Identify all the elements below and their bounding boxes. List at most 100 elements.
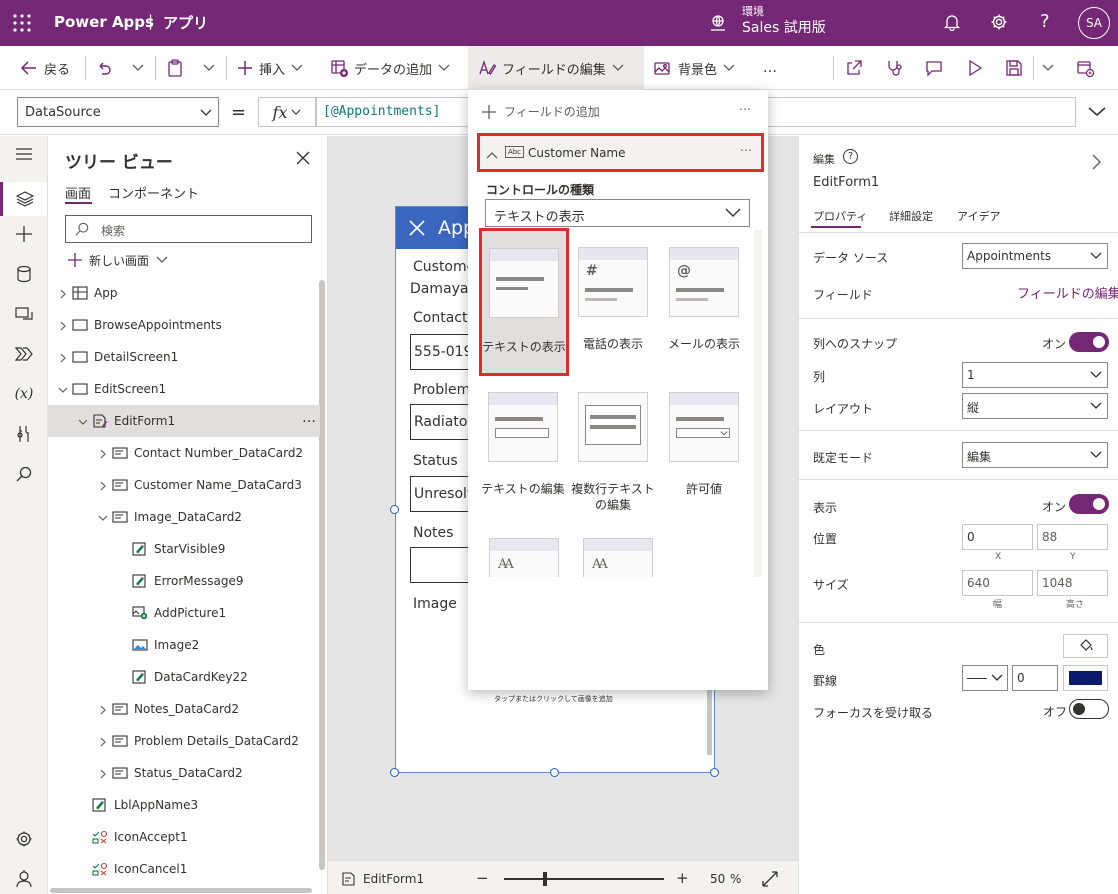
new-screen-button[interactable]: 新しい画面 [68,250,168,270]
default-mode-dropdown[interactable]: 編集 [962,442,1108,468]
control-option-email-display[interactable]: @ [669,247,739,317]
settings-gear-icon[interactable] [12,827,36,851]
notification-bell-icon[interactable] [943,13,961,34]
comments-button[interactable] [925,46,943,90]
control-option-phone-display[interactable]: # [578,247,648,317]
fx-button[interactable]: fx [258,97,316,127]
resize-handle[interactable] [390,505,399,514]
tab-properties[interactable]: プロパティ [813,208,867,224]
tree-item[interactable]: Notes_DataCard2 [48,693,320,725]
settings-gear-icon[interactable] [990,13,1008,34]
hamburger-menu-icon[interactable] [12,142,36,166]
insert-plus-icon[interactable] [12,222,36,246]
variables-x-icon[interactable]: (x) [12,382,36,406]
tab-ideas[interactable]: アイデア [957,208,1000,224]
chevron-down-icon[interactable] [98,512,108,522]
more-commands-button[interactable]: … [763,46,777,90]
save-button[interactable] [1005,46,1023,90]
tree-item[interactable]: EditForm1… [48,405,320,437]
media-icon[interactable] [12,302,36,326]
property-dropdown[interactable]: DataSource [17,97,219,127]
tree-item[interactable]: Image2 [48,629,320,661]
avatar[interactable]: SA [1078,7,1110,39]
chevron-right-icon[interactable] [58,352,68,363]
tab-screens[interactable]: 画面 [65,183,91,202]
publish-button[interactable] [1076,46,1094,90]
tree-item[interactable]: Problem Details_DataCard2 [48,725,320,757]
help-icon[interactable]: ? [843,149,858,164]
tree-item[interactable]: LblAppName3 [48,789,320,821]
resize-handle[interactable] [550,768,559,777]
height-input[interactable]: 1048 [1037,570,1108,596]
tree-item[interactable]: Customer Name_DataCard3 [48,469,320,501]
selected-control-name[interactable]: EditForm1 [363,872,424,886]
chevron-down-icon[interactable] [78,416,88,426]
background-color-button[interactable]: 背景色 [654,46,735,90]
layout-dropdown[interactable]: 縦 [962,393,1108,419]
more-options-icon[interactable]: … [302,410,316,426]
tree-item[interactable]: ErrorMessage9 [48,565,320,597]
chevron-right-icon[interactable] [58,288,68,299]
environment-name[interactable]: Sales 試用版 [742,17,826,37]
virtual-agent-icon[interactable] [12,867,36,891]
close-icon[interactable] [296,151,310,165]
help-icon[interactable]: ? [1040,11,1050,32]
tree-view-layers-icon[interactable] [0,182,47,216]
tree-item[interactable]: Contact Number_DataCard2 [48,437,320,469]
control-option-text-edit[interactable] [488,392,558,462]
tree-item[interactable]: StarVisible9 [48,533,320,565]
insert-button[interactable]: 挿入 [237,46,303,90]
border-color-button[interactable] [1063,665,1108,691]
visible-toggle[interactable] [1069,494,1109,514]
chevron-up-icon[interactable] [486,151,498,159]
zoom-out-button[interactable]: − [476,869,489,887]
x-input[interactable]: 0 [962,524,1033,550]
app-checker-button[interactable] [885,46,903,90]
tree-search-box[interactable]: 検索 [65,215,312,243]
tree-item[interactable]: App [48,277,320,309]
close-icon[interactable] [409,220,425,236]
paste-button[interactable] [167,46,183,90]
border-width-input[interactable]: 0 [1012,665,1058,691]
tree-item[interactable]: IconAccept1 [48,821,320,853]
paste-dropdown[interactable] [203,46,215,90]
tree-item[interactable]: Image_DataCard2 [48,501,320,533]
image-add-hint[interactable]: タップまたはクリックして画像を追加 [494,694,613,704]
undo-button[interactable] [96,46,112,90]
zoom-slider-thumb[interactable] [543,872,547,886]
control-option-aa[interactable]: AA [583,538,653,578]
control-option-allowed-values[interactable] [669,392,739,462]
app-launcher-icon[interactable] [12,13,32,33]
chevron-right-icon[interactable] [58,320,68,331]
columns-dropdown[interactable]: 1 [962,362,1108,388]
add-field-button[interactable]: フィールドの追加 [482,103,600,120]
chevron-right-icon[interactable] [1092,154,1101,170]
zoom-in-button[interactable]: + [676,869,689,887]
tree-item[interactable]: IconCancel1 [48,853,320,885]
chevron-down-icon[interactable] [58,384,68,394]
color-picker-button[interactable] [1063,634,1108,658]
power-automate-icon[interactable] [12,342,36,366]
data-cylinder-icon[interactable] [12,262,36,286]
tree-item[interactable]: BrowseAppointments [48,309,320,341]
flyout-more-button[interactable]: … [739,99,751,113]
field-row-customer-name[interactable]: Abc Customer Name … [477,133,764,172]
y-input[interactable]: 88 [1037,524,1108,550]
advanced-tools-icon[interactable] [12,422,36,446]
chevron-right-icon[interactable] [98,704,108,715]
control-option-multiline-edit[interactable] [578,392,648,462]
tab-advanced[interactable]: 詳細設定 [889,208,933,224]
chevron-right-icon[interactable] [98,768,108,779]
tree-h-scrollbar[interactable] [50,888,312,893]
fit-to-window-icon[interactable] [762,871,778,887]
tree-item[interactable]: EditScreen1 [48,373,320,405]
expand-formula-chevron-icon[interactable] [1088,107,1106,117]
data-source-dropdown[interactable]: Appointments [962,243,1108,269]
preview-play-button[interactable] [967,46,983,90]
field-more-button[interactable]: … [740,140,752,154]
border-style-dropdown[interactable] [962,665,1008,691]
add-data-button[interactable]: データの追加 [330,46,450,90]
back-button[interactable]: 戻る [20,46,70,90]
focus-toggle[interactable] [1069,699,1109,719]
chevron-right-icon[interactable] [98,448,108,459]
